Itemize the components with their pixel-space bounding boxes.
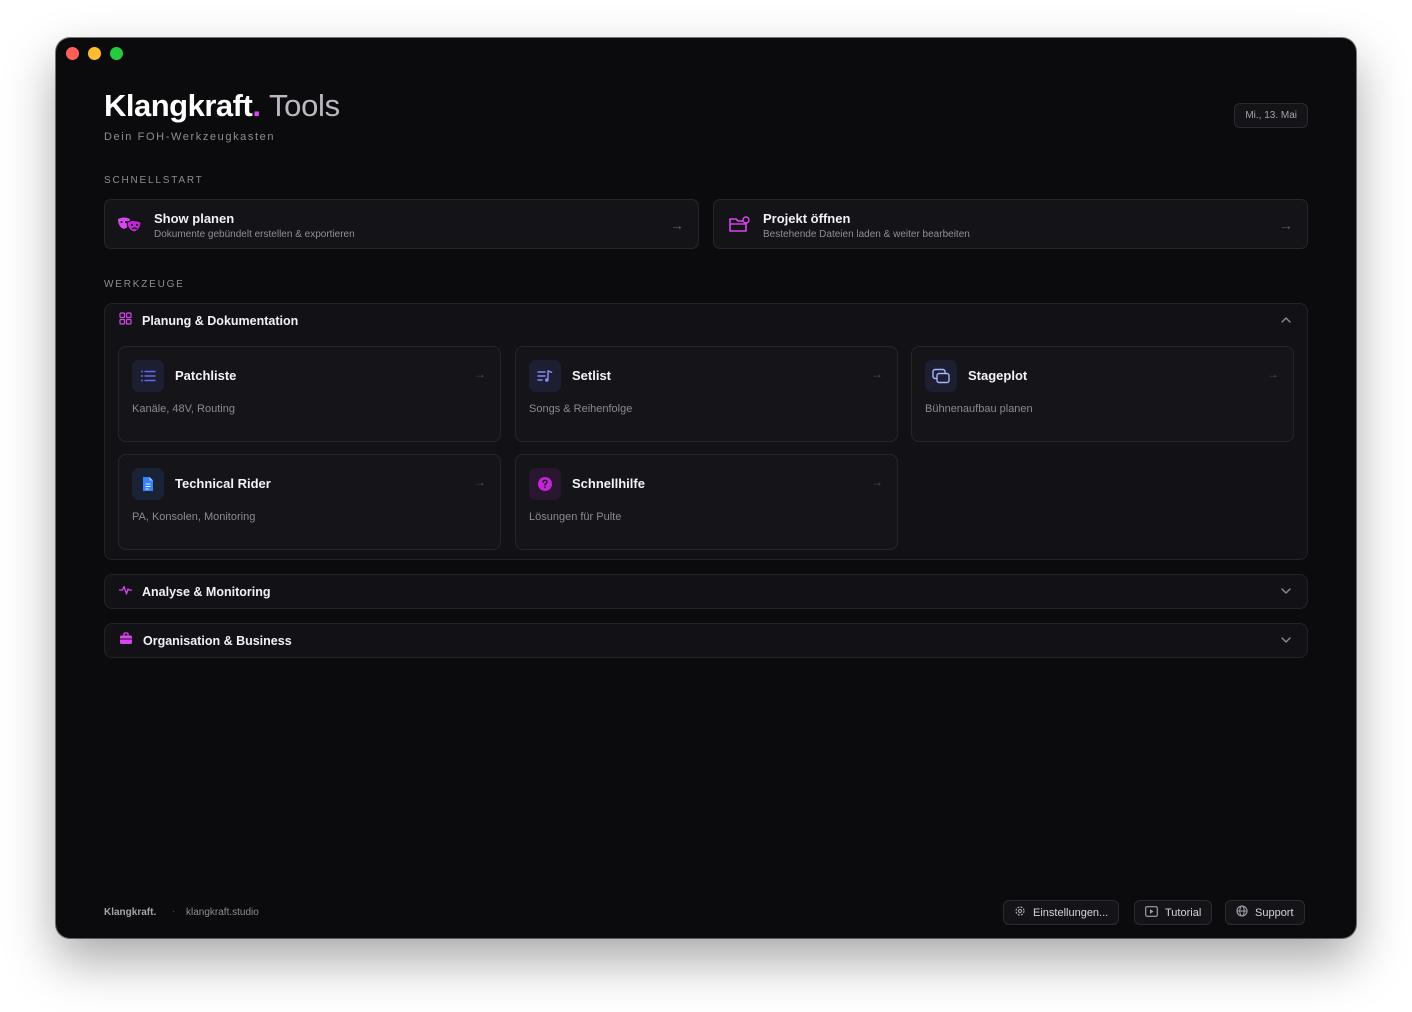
chevron-down-icon[interactable]	[1279, 584, 1293, 598]
quick-card-subtitle: Bestehende Dateien laden & weiter bearbe…	[763, 229, 970, 240]
group-planung-dokumentation: Planung & Dokumentation Patchliste Kanäl…	[104, 303, 1308, 560]
tool-title: Schnellhilfe	[572, 476, 645, 491]
group-title: Analyse & Monitoring	[142, 585, 271, 599]
projekt-oeffnen-card[interactable]: Projekt öffnen Bestehende Dateien laden …	[713, 199, 1308, 249]
play-icon	[1145, 905, 1158, 920]
brand-dot: .	[252, 88, 261, 123]
website-link[interactable]: klangkraft.studio	[186, 907, 259, 918]
globe-icon	[1236, 905, 1248, 920]
show-planen-card[interactable]: Show planen Dokumente gebündelt erstelle…	[104, 199, 699, 249]
grid-icon	[119, 312, 132, 330]
group-title: Organisation & Business	[143, 634, 292, 648]
tool-title: Technical Rider	[175, 476, 271, 491]
pulse-icon	[118, 583, 133, 601]
tool-description: Kanäle, 48V, Routing	[132, 403, 235, 415]
briefcase-icon	[119, 632, 133, 650]
tool-title: Stageplot	[968, 368, 1028, 383]
group-organisation-business[interactable]: Organisation & Business	[104, 623, 1308, 658]
quickstart-label: SCHNELLSTART	[104, 175, 204, 186]
support-button[interactable]: Support	[1225, 900, 1305, 925]
tool-card-setlist[interactable]: Setlist Songs & Reihenfolge →	[515, 346, 898, 442]
tool-card-technical-rider[interactable]: Technical Rider PA, Konsolen, Monitoring…	[118, 454, 501, 550]
tutorial-button[interactable]: Tutorial	[1134, 900, 1213, 925]
tool-card-patchliste[interactable]: Patchliste Kanäle, 48V, Routing →	[118, 346, 501, 442]
group-header[interactable]: Organisation & Business	[119, 624, 292, 658]
support-label: Support	[1255, 906, 1294, 919]
group-header[interactable]: Analyse & Monitoring	[118, 575, 271, 609]
help-icon	[529, 468, 561, 500]
arrow-right-icon: →	[474, 367, 486, 381]
arrow-right-icon: →	[474, 475, 486, 489]
quick-card-subtitle: Dokumente gebündelt erstellen & exportie…	[154, 229, 355, 240]
minimize-window-button[interactable]	[88, 47, 101, 60]
tools-label: WERKZEUGE	[104, 279, 185, 290]
group-analyse-monitoring[interactable]: Analyse & Monitoring	[104, 574, 1308, 609]
settings-button[interactable]: Einstellungen...	[1003, 900, 1120, 925]
chevron-up-icon[interactable]	[1279, 313, 1293, 327]
tool-card-schnellhilfe[interactable]: Schnellhilfe Lösungen für Pulte →	[515, 454, 898, 550]
tool-title: Patchliste	[175, 368, 237, 383]
layers-icon	[925, 360, 957, 392]
product-name: Tools	[268, 88, 340, 123]
tutorial-label: Tutorial	[1165, 906, 1202, 919]
tool-card-stageplot[interactable]: Stageplot Bühnenaufbau planen →	[911, 346, 1294, 442]
theater-masks-icon	[117, 213, 143, 237]
close-window-button[interactable]	[66, 47, 79, 60]
tool-description: Lösungen für Pulte	[529, 511, 622, 523]
tool-description: Songs & Reihenfolge	[529, 403, 633, 415]
footer: Klangkraft. · klangkraft.studio Einstell…	[104, 900, 1308, 926]
document-icon	[132, 468, 164, 500]
tagline: Dein FOH-Werkzeugkasten	[104, 131, 276, 143]
group-title: Planung & Dokumentation	[142, 314, 299, 328]
settings-label: Einstellungen...	[1033, 906, 1109, 919]
quick-card-title: Show planen	[154, 211, 235, 226]
music-list-icon	[529, 360, 561, 392]
gear-icon	[1014, 905, 1026, 920]
list-icon	[132, 360, 164, 392]
date-badge: Mi., 13. Mai	[1234, 103, 1308, 128]
brand-name: Klangkraft	[104, 88, 253, 123]
folder-open-icon	[726, 213, 752, 237]
app-window: Klangkraft. Tools Dein FOH-Werkzeugkasten…	[56, 38, 1356, 938]
arrow-right-icon: →	[871, 475, 883, 489]
footer-brand: Klangkraft.	[104, 907, 157, 918]
chevron-down-icon[interactable]	[1279, 633, 1293, 647]
quick-card-title: Projekt öffnen	[763, 211, 851, 226]
tool-description: Bühnenaufbau planen	[925, 403, 1033, 415]
window-controls	[66, 47, 123, 60]
arrow-right-icon: →	[1279, 217, 1293, 233]
footer-separator: ·	[172, 906, 176, 917]
maximize-window-button[interactable]	[110, 47, 123, 60]
group-header[interactable]: Planung & Dokumentation	[119, 304, 298, 338]
tool-title: Setlist	[572, 368, 612, 383]
tool-description: PA, Konsolen, Monitoring	[132, 511, 256, 523]
arrow-right-icon: →	[1267, 367, 1279, 381]
arrow-right-icon: →	[871, 367, 883, 381]
arrow-right-icon: →	[670, 217, 684, 233]
app-title: Klangkraft. Tools	[104, 88, 340, 124]
